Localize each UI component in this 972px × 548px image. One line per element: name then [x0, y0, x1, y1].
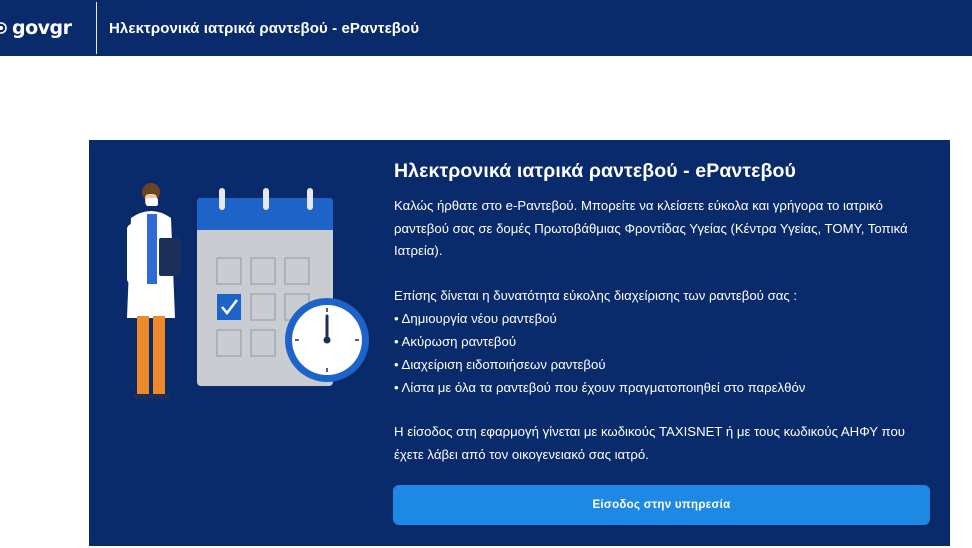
doctor-calendar-clock-illustration	[127, 183, 369, 399]
list-item: • Ακύρωση ραντεβού	[394, 334, 517, 349]
welcome-card: Ηλεκτρονικά ιατρικά ραντεβού - eΡαντεβού…	[89, 140, 950, 546]
features-intro-text: Επίσης δίνεται η δυνατότητα εύκολης διαχ…	[394, 287, 798, 303]
clock-icon	[285, 298, 369, 382]
doctor-icon	[127, 183, 181, 399]
greek-emblem-icon	[0, 22, 7, 34]
logo-wordmark: govgr	[12, 17, 72, 39]
list-item: • Δημιουργία νέου ραντεβού	[394, 311, 557, 326]
govgr-logo[interactable]: govgr	[0, 0, 96, 56]
top-header: govgr Ηλεκτρονικά ιατρικά ραντεβού - eΡα…	[0, 0, 972, 56]
features-list: • Δημιουργία νέου ραντεβού • Ακύρωση ραν…	[394, 307, 929, 399]
login-info-text: Η είσοδος στη εφαρμογή γίνεται με κωδικο…	[394, 424, 905, 462]
card-heading: Ηλεκτρονικά ιατρικά ραντεβού - eΡαντεβού	[394, 160, 796, 182]
list-item: • Λίστα με όλα τα ραντεβού που έχουν πρα…	[394, 380, 806, 395]
app-title: Ηλεκτρονικά ιατρικά ραντεβού - eΡαντεβού	[109, 19, 420, 37]
service-login-button[interactable]: Είσοδος στην υπηρεσία	[393, 485, 930, 525]
list-item: • Διαχείριση ειδοποιήσεων ραντεβού	[394, 357, 606, 372]
intro-text: Καλώς ήρθατε στο e-Ραντεβού. Μπορείτε να…	[394, 198, 908, 258]
header-divider	[96, 2, 97, 54]
welcome-content: Ηλεκτρονικά ιατρικά ραντεβού - eΡαντεβού…	[394, 160, 929, 466]
